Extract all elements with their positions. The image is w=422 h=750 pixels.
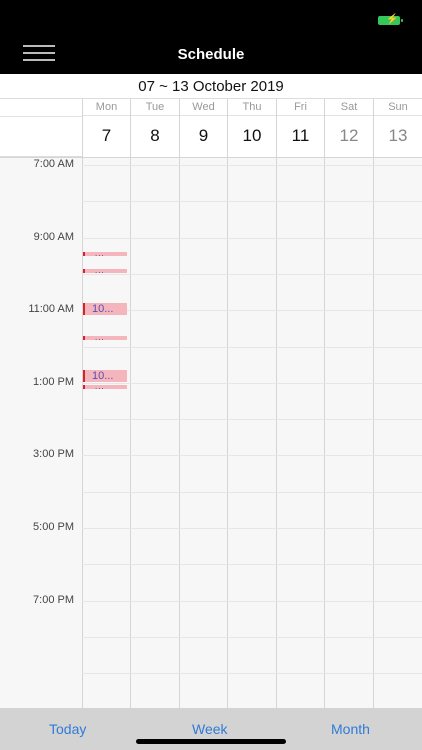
day-header-sun[interactable]: Sun 13: [373, 99, 422, 157]
hour-line: [82, 347, 422, 348]
event-label: ...: [95, 269, 105, 273]
day-header-mon[interactable]: Mon 7: [82, 99, 130, 157]
hour-line: [82, 238, 422, 239]
time-label: 5:00 PM: [33, 521, 74, 533]
event-label: ...: [95, 385, 105, 389]
day-date: 9: [198, 126, 209, 145]
column-divider: [324, 158, 325, 708]
hour-line: [82, 528, 422, 529]
column-divider: [82, 158, 83, 708]
time-label: 7:00 AM: [33, 158, 74, 170]
day-date: 13: [388, 126, 408, 145]
hour-line: [82, 274, 422, 275]
time-label: 7:00 PM: [33, 594, 74, 606]
event-block[interactable]: ...: [83, 385, 127, 389]
tab-today[interactable]: Today: [49, 721, 86, 737]
day-header-tue[interactable]: Tue 8: [130, 99, 179, 157]
day-header-fri[interactable]: Fri 11: [276, 99, 324, 157]
hour-line: [82, 383, 422, 384]
hour-line: [82, 165, 422, 166]
time-label: 3:00 PM: [33, 448, 74, 460]
day-name: Sat: [325, 99, 373, 116]
week-range-label: 07 ~ 13 October 2019: [0, 74, 422, 99]
hour-line: [82, 455, 422, 456]
time-label: 9:00 AM: [33, 231, 74, 243]
time-label: 11:00 AM: [28, 303, 74, 315]
page-title: Schedule: [177, 46, 245, 63]
day-name: Tue: [131, 99, 179, 116]
day-header-wed[interactable]: Wed 9: [179, 99, 227, 157]
home-indicator: [136, 739, 286, 744]
event-label: 10...: [92, 303, 114, 315]
day-date: 7: [101, 126, 112, 145]
event-block[interactable]: 10...: [83, 303, 127, 315]
day-date: 10: [242, 126, 262, 145]
day-name: Sun: [374, 99, 422, 116]
hour-line: [82, 419, 422, 420]
hour-line: [82, 601, 422, 602]
event-block[interactable]: 10...: [83, 370, 127, 382]
event-block[interactable]: ...: [83, 252, 127, 256]
tab-month[interactable]: Month: [331, 721, 370, 737]
column-divider: [130, 158, 131, 708]
day-header-sat[interactable]: Sat 12: [324, 99, 373, 157]
week-grid[interactable]: 7:00 AM 9:00 AM 11:00 AM 1:00 PM 3:00 PM 5:00…: [0, 158, 422, 708]
column-divider: [179, 158, 180, 708]
event-block[interactable]: ...: [83, 269, 127, 273]
column-divider: [227, 158, 228, 708]
battery-charging-icon: ⚡: [378, 15, 403, 25]
hour-line: [82, 673, 422, 674]
status-bar: ⚡: [0, 0, 422, 34]
hour-line: [82, 564, 422, 565]
hour-line: [82, 637, 422, 638]
column-divider: [373, 158, 374, 708]
day-date: 8: [150, 126, 160, 145]
day-name: Fri: [277, 99, 324, 116]
event-label: 10...: [92, 370, 114, 382]
tab-week[interactable]: Week: [192, 721, 228, 737]
day-name: Mon: [83, 99, 130, 116]
time-label: 1:00 PM: [33, 376, 74, 388]
day-name: Wed: [180, 99, 227, 116]
day-name: Thu: [228, 99, 276, 116]
time-column-header: [0, 99, 82, 157]
day-header-thu[interactable]: Thu 10: [227, 99, 276, 157]
day-date: 11: [291, 126, 310, 145]
event-block[interactable]: ...: [83, 336, 127, 340]
hour-line: [82, 492, 422, 493]
event-label: ...: [95, 252, 105, 256]
day-date: 12: [339, 126, 359, 145]
nav-bar: Schedule: [0, 34, 422, 74]
hour-line: [82, 310, 422, 311]
column-divider: [276, 158, 277, 708]
event-label: ...: [95, 336, 105, 340]
hour-line: [82, 201, 422, 202]
